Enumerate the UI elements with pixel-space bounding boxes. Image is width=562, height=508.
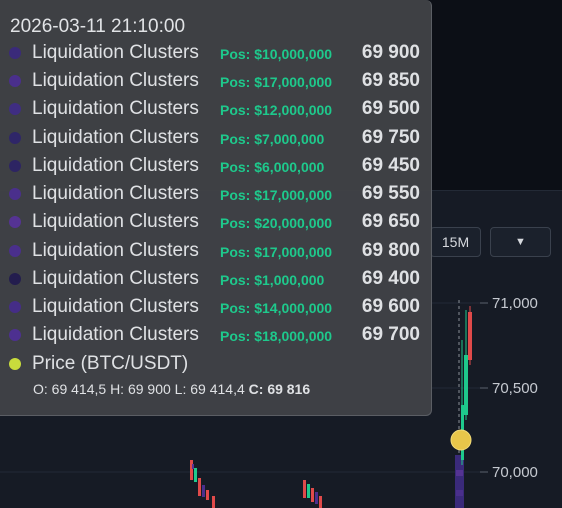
position-size: Pos: $17,000,000 [220,74,333,90]
tooltip-row: Liquidation Clusters Pos: $14,000,000 69… [0,293,432,321]
chart-tooltip: 2026-03-11 21:10:00 Liquidation Clusters… [0,0,432,416]
position-size: Pos: $18,000,000 [220,328,333,344]
ohlc-low-value: 69 414,4 [190,381,245,397]
series-dot-icon [9,103,21,115]
ohlc-high-label: H: [110,381,125,397]
ohlc-open-label: O: [33,381,48,397]
series-label: Liquidation Clusters [32,98,199,119]
price-level: 69 650 [361,211,420,232]
tooltip-timestamp: 2026-03-11 21:10:00 [10,16,186,37]
series-dot-icon [9,245,21,257]
series-dot-icon [9,216,21,228]
tooltip-row: Liquidation Clusters Pos: $20,000,000 69… [0,208,432,236]
series-label: Liquidation Clusters [32,268,199,289]
price-axis-label-70500: 70,500 [492,380,538,397]
series-label: Liquidation Clusters [32,324,199,345]
tooltip-row: Liquidation Clusters Pos: $18,000,000 69… [0,321,432,349]
price-level: 69 500 [361,98,420,119]
ohlc-readout: O: 69 414,5 H: 69 900 L: 69 414,4 C: 69 … [33,381,310,397]
ohlc-close-label: C: [248,381,264,397]
tooltip-row: Liquidation Clusters Pos: $12,000,000 69… [0,95,432,123]
price-axis-label-70000: 70,000 [492,464,538,481]
price-level: 69 800 [361,240,420,261]
price-level: 69 900 [361,42,420,63]
position-size: Pos: $6,000,000 [220,159,325,175]
series-dot-icon [9,47,21,59]
series-label: Liquidation Clusters [32,211,199,232]
liquidation-heatmap-app: 15M ▼ 71,000 70,500 70,000 2026-03-11 21… [0,0,562,508]
tooltip-row: Liquidation Clusters Pos: $7,000,000 69 … [0,124,432,152]
price-level: 69 850 [361,70,420,91]
tooltip-row: Liquidation Clusters Pos: $17,000,000 69… [0,180,432,208]
tooltip-row: Liquidation Clusters Pos: $10,000,000 69… [0,39,432,67]
position-size: Pos: $7,000,000 [220,131,325,147]
position-size: Pos: $20,000,000 [220,215,333,231]
price-marker [450,429,472,451]
series-dot-icon [9,273,21,285]
ohlc-low-label: L: [174,381,187,397]
liquidation-cluster-column [455,455,464,508]
price-level: 69 600 [361,296,420,317]
price-axis-label-71000: 71,000 [492,295,538,312]
price-series-label: Price (BTC/USDT) [32,353,189,374]
position-size: Pos: $12,000,000 [220,102,333,118]
price-level: 69 750 [361,127,420,148]
price-level: 69 450 [361,155,420,176]
series-label: Liquidation Clusters [32,240,199,261]
position-size: Pos: $17,000,000 [220,187,333,203]
price-level: 69 400 [361,268,420,289]
series-dot-icon [9,301,21,313]
series-dot-icon [9,160,21,172]
series-dot-icon [9,188,21,200]
series-label: Liquidation Clusters [32,183,199,204]
price-level: 69 550 [361,183,420,204]
tooltip-price-row: Price (BTC/USDT) [0,350,432,378]
ohlc-open-value: 69 414,5 [51,381,107,397]
tooltip-row: Liquidation Clusters Pos: $17,000,000 69… [0,67,432,95]
tooltip-row: Liquidation Clusters Pos: $6,000,000 69 … [0,152,432,180]
price-level: 69 700 [361,324,420,345]
series-dot-icon [9,75,21,87]
position-size: Pos: $17,000,000 [220,244,333,260]
tooltip-row: Liquidation Clusters Pos: $1,000,000 69 … [0,265,432,293]
ohlc-high-value: 69 900 [127,381,171,397]
position-size: Pos: $1,000,000 [220,272,325,288]
candles-cluster-b [303,480,322,508]
series-label: Liquidation Clusters [32,42,199,63]
series-label: Liquidation Clusters [32,155,199,176]
candles-cluster-a [190,460,215,508]
position-size: Pos: $14,000,000 [220,300,333,316]
series-label: Liquidation Clusters [32,127,199,148]
series-dot-icon [9,329,21,341]
series-label: Liquidation Clusters [32,70,199,91]
ohlc-close-value: 69 816 [267,381,311,397]
price-dot-icon [9,358,21,370]
series-label: Liquidation Clusters [32,296,199,317]
position-size: Pos: $10,000,000 [220,46,333,62]
tooltip-row: Liquidation Clusters Pos: $17,000,000 69… [0,237,432,265]
series-dot-icon [9,132,21,144]
